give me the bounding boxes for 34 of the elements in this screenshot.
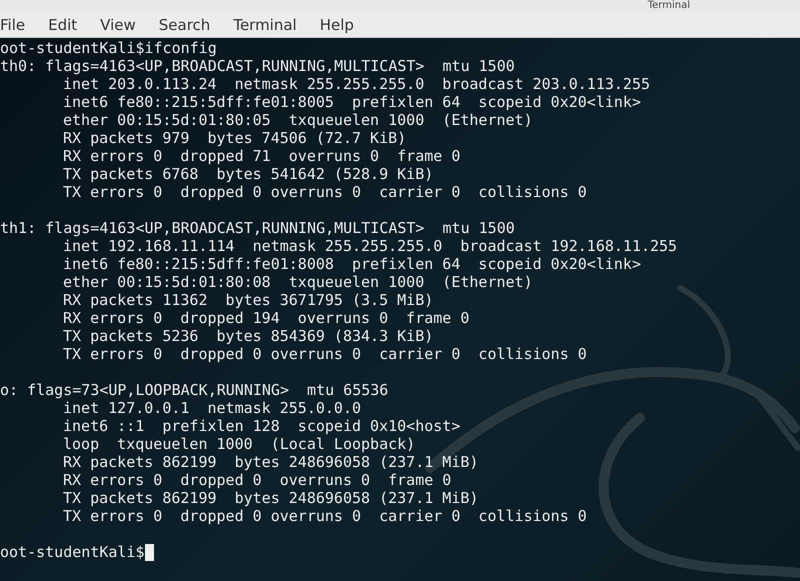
window-title: Terminal xyxy=(648,0,690,12)
interface-header: o: flags=73<UP,LOOPBACK,RUNNING> mtu 65536 xyxy=(0,381,390,399)
output-line: TX packets 6768 bytes 541642 (528.9 KiB) xyxy=(62,165,434,183)
output-line: inet 192.168.11.114 netmask 255.255.255.0 broadcast 192.168.11.255 xyxy=(62,237,678,255)
menu-item[interactable]: Search xyxy=(158,14,210,34)
shell-prompt: oot-studentKali$ xyxy=(0,543,144,561)
menu-item[interactable]: Help xyxy=(320,14,354,34)
output-line: ether 00:15:5d:01:80:08 txqueuelen 1000 (Ethernet) xyxy=(62,273,534,291)
output-line: inet6 fe80::215:5dff:fe01:8005 prefixlen 64 scopeid 0x20<link> xyxy=(62,93,642,111)
output-line: TX errors 0 dropped 0 overruns 0 carrier 0 collisions 0 xyxy=(62,345,588,363)
menu-item[interactable]: Edit xyxy=(48,14,78,34)
output-line: TX errors 0 dropped 0 overruns 0 carrier 0 collisions 0 xyxy=(62,183,588,201)
text-cursor xyxy=(144,544,154,560)
interface-header: th0: flags=4163<UP,BROADCAST,RUNNING,MULTICAST> mtu 1500 xyxy=(0,57,516,75)
interface-header: th1: flags=4163<UP,BROADCAST,RUNNING,MULTICAST> mtu 1500 xyxy=(0,219,516,237)
menu-item[interactable]: File xyxy=(0,14,26,34)
output-line: TX errors 0 dropped 0 overruns 0 carrier 0 collisions 0 xyxy=(62,507,588,525)
output-line: loop txqueuelen 1000 (Local Loopback) xyxy=(62,435,416,453)
menu-item[interactable]: Terminal xyxy=(233,14,297,34)
command-line: oot-studentKali$ifconfig xyxy=(0,39,218,57)
output-line: TX packets 5236 bytes 854369 (834.3 KiB) xyxy=(62,327,434,345)
output-line: RX errors 0 dropped 0 overruns 0 frame 0 xyxy=(62,471,452,489)
output-line: TX packets 862199 bytes 248696058 (237.1 MiB) xyxy=(62,489,480,507)
output-line: inet6 ::1 prefixlen 128 scopeid 0x10<host> xyxy=(62,417,462,435)
output-line: inet 127.0.0.1 netmask 255.0.0.0 xyxy=(62,399,362,417)
output-line: inet 203.0.113.24 netmask 255.255.255.0 broadcast 203.0.113.255 xyxy=(62,75,651,93)
output-line: RX errors 0 dropped 71 overruns 0 frame 0 xyxy=(62,147,462,165)
output-line: RX packets 11362 bytes 3671795 (3.5 MiB) xyxy=(62,291,434,309)
output-line: RX packets 979 bytes 74506 (72.7 KiB) xyxy=(62,129,408,147)
menu-item[interactable]: View xyxy=(100,14,136,34)
output-line: inet6 fe80::215:5dff:fe01:8008 prefixlen 64 scopeid 0x20<link> xyxy=(62,255,642,273)
output-line: RX packets 862199 bytes 248696058 (237.1 MiB) xyxy=(62,453,480,471)
output-line: RX errors 0 dropped 194 overruns 0 frame 0 xyxy=(62,309,470,327)
output-line: ether 00:15:5d:01:80:05 txqueuelen 1000 (Ethernet) xyxy=(62,111,534,129)
